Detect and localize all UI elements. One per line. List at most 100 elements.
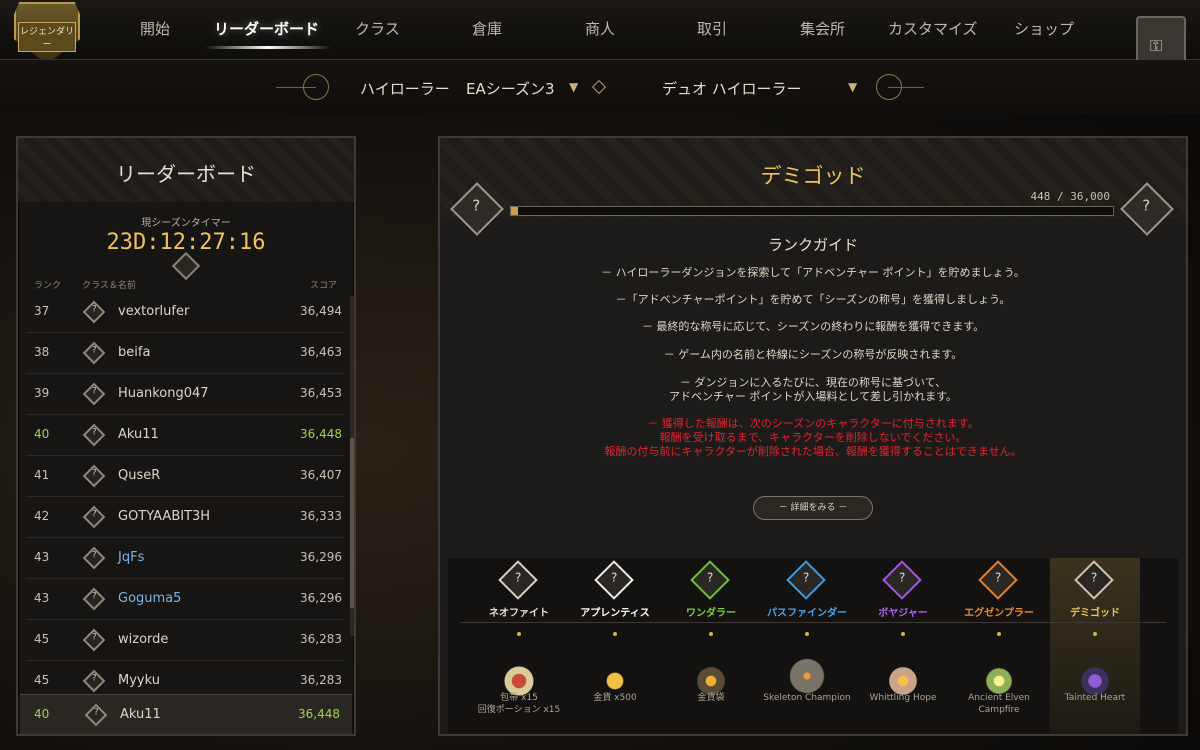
class-icon: ? bbox=[82, 300, 106, 324]
column-rank: ランク bbox=[34, 281, 62, 291]
rank-guide-panel: デミゴッド 448 / 36,000 ? ? ランクガイド － ハイローラーダン… bbox=[438, 136, 1188, 736]
nav-start[interactable]: 開始 bbox=[140, 18, 170, 39]
warning-line: 報酬を受け取るまで、キャラクターを削除しないでください。 bbox=[659, 431, 967, 444]
rank-tier-list: ? ネオファイト 包帯 x15 回復ポーション x15 ? アプレンティス 金貨 … bbox=[448, 558, 1178, 734]
column-class-name: クラス＆名前 bbox=[82, 281, 136, 291]
table-row[interactable]: 43? Goguma5 36,296 bbox=[26, 579, 344, 620]
table-row[interactable]: 41? QuseR 36,407 bbox=[26, 456, 344, 497]
my-rank-row[interactable]: 40 ? Aku11 36,448 bbox=[20, 694, 352, 734]
ornament bbox=[303, 74, 329, 100]
rank: 43 bbox=[34, 550, 50, 564]
tier-wanderer[interactable]: ? ワンダラー 金貨袋 bbox=[666, 558, 756, 734]
guide-line: － 最終的な称号に応じて、シーズンの終わりに報酬を獲得できます。 bbox=[641, 320, 985, 333]
reward-line: Skeleton Champion bbox=[763, 693, 851, 703]
rank: 42 bbox=[34, 509, 50, 523]
tier-marker bbox=[1093, 632, 1097, 636]
tier-icon: ? bbox=[882, 560, 922, 600]
nav-merchants[interactable]: 商人 bbox=[585, 18, 615, 39]
key-icon: ⚿ bbox=[1150, 36, 1163, 55]
reward-line: 金貨 x500 bbox=[593, 693, 637, 703]
score: 36,463 bbox=[300, 345, 342, 359]
season-dropdown-icon[interactable]: ▼ bbox=[569, 80, 578, 94]
rank-guide-title: ランクガイド bbox=[767, 236, 858, 254]
tier-icon: ? bbox=[1074, 560, 1114, 600]
rank: 45 bbox=[34, 673, 50, 687]
guide-line: － ハイローラーダンジョンを探索して「アドベンチャー ポイント」を貯めましょう。 bbox=[601, 266, 1025, 279]
table-row[interactable]: 37? vextorlufer 36,494 bbox=[26, 292, 344, 333]
tier-demigod[interactable]: ? デミゴッド Tainted Heart bbox=[1050, 558, 1140, 734]
score: 36,453 bbox=[300, 386, 342, 400]
scrollbar-thumb[interactable] bbox=[350, 438, 354, 608]
tier-marker bbox=[805, 632, 809, 636]
score: 36,283 bbox=[300, 632, 342, 646]
rank: 38 bbox=[34, 345, 50, 359]
reward-line: Tainted Heart bbox=[1064, 693, 1126, 703]
tier-marker bbox=[517, 632, 521, 636]
settings-button[interactable]: ⚿ bbox=[1136, 16, 1186, 66]
class-icon: ? bbox=[82, 341, 106, 365]
reward-label: Skeleton Champion bbox=[762, 692, 852, 704]
nav-trade[interactable]: 取引 bbox=[697, 18, 727, 39]
nav-gathering-hall[interactable]: 集会所 bbox=[800, 18, 845, 39]
table-row[interactable]: 39? Huankong047 36,453 bbox=[26, 374, 344, 415]
tier-neophyte[interactable]: ? ネオファイト 包帯 x15 回復ポーション x15 bbox=[474, 558, 564, 734]
tier-name: ネオファイト bbox=[489, 608, 549, 619]
mode-select[interactable]: ハイローラー bbox=[360, 78, 450, 99]
table-row[interactable]: 45? Myyku 36,283 bbox=[26, 661, 344, 696]
view-details-button[interactable]: － 詳細をみる － bbox=[753, 496, 873, 520]
player-name: Huankong047 bbox=[118, 386, 209, 401]
table-row[interactable]: 43? JqFs 36,296 bbox=[26, 538, 344, 579]
tier-name: エグゼンプラー bbox=[964, 608, 1034, 619]
class-icon: ? bbox=[82, 382, 106, 406]
bracket-select[interactable]: デュオ ハイローラー bbox=[662, 78, 801, 99]
class-icon: ? bbox=[82, 587, 106, 611]
tier-icon: ? bbox=[786, 560, 826, 600]
class-icon: ? bbox=[82, 546, 106, 570]
class-icon: ? bbox=[82, 423, 106, 447]
tier-exemplar[interactable]: ? エグゼンプラー Ancient Elven Campfire bbox=[954, 558, 1044, 734]
progress-bar-track bbox=[510, 206, 1114, 216]
table-row-self[interactable]: 40? Aku11 36,448 bbox=[26, 415, 344, 456]
player-name: JqFs bbox=[118, 550, 145, 565]
score: 36,283 bbox=[300, 673, 342, 687]
nav-leaderboard[interactable]: リーダーボード bbox=[214, 18, 319, 39]
player-name: QuseR bbox=[118, 468, 161, 483]
nav-active-indicator bbox=[205, 46, 331, 49]
my-name: Aku11 bbox=[120, 707, 161, 722]
rank: 37 bbox=[34, 304, 50, 318]
tier-marker bbox=[901, 632, 905, 636]
reward-label: Whittling Hope bbox=[858, 692, 948, 704]
tier-name: パスファインダー bbox=[767, 608, 847, 619]
nav-customize[interactable]: カスタマイズ bbox=[888, 18, 978, 39]
rank: 43 bbox=[34, 591, 50, 605]
leaderboard-list[interactable]: 37? vextorlufer 36,494 38? beifa 36,463 39? H… bbox=[26, 292, 344, 696]
tier-apprentice[interactable]: ? アプレンティス 金貨 x500 bbox=[570, 558, 660, 734]
tier-pathfinder[interactable]: ? パスファインダー Skeleton Champion bbox=[762, 558, 852, 734]
player-name: Myyku bbox=[118, 673, 160, 688]
tier-icon: ? bbox=[594, 560, 634, 600]
table-row[interactable]: 38? beifa 36,463 bbox=[26, 333, 344, 374]
guide-line: アドベンチャー ポイントが入場料として差し引かれます。 bbox=[669, 390, 957, 403]
table-row[interactable]: 42? GOTYAABIT3H 36,333 bbox=[26, 497, 344, 538]
nav-shop[interactable]: ショップ bbox=[1014, 18, 1074, 39]
tier-name: デミゴッド bbox=[1070, 608, 1120, 619]
column-score: スコア bbox=[310, 281, 338, 291]
reward-line: 金貨袋 bbox=[697, 693, 725, 703]
player-name: Goguma5 bbox=[118, 591, 182, 606]
progress-bar-fill bbox=[511, 207, 518, 215]
leaderboard-panel: リーダーボード 現シーズンタイマー 23D:12:27:16 ランク クラス＆名… bbox=[16, 136, 356, 736]
rank: 41 bbox=[34, 468, 50, 482]
emblem-label: レジェンダリー bbox=[18, 22, 76, 52]
tier-icon: ? bbox=[498, 560, 538, 600]
score: 36,296 bbox=[300, 591, 342, 605]
nav-class[interactable]: クラス bbox=[355, 18, 400, 39]
reward-line: Ancient Elven bbox=[968, 693, 1030, 703]
reward-line: 回復ポーション x15 bbox=[477, 705, 561, 715]
table-row[interactable]: 45? wizorde 36,283 bbox=[26, 620, 344, 661]
adventure-points: 448 / 36,000 bbox=[1030, 190, 1110, 203]
bracket-dropdown-icon[interactable]: ▼ bbox=[848, 80, 857, 94]
nav-stash[interactable]: 倉庫 bbox=[472, 18, 502, 39]
tier-voyager[interactable]: ? ボヤジャー Whittling Hope bbox=[858, 558, 948, 734]
season-select[interactable]: EAシーズン3 bbox=[466, 78, 555, 99]
reward-label: Tainted Heart bbox=[1050, 692, 1140, 704]
